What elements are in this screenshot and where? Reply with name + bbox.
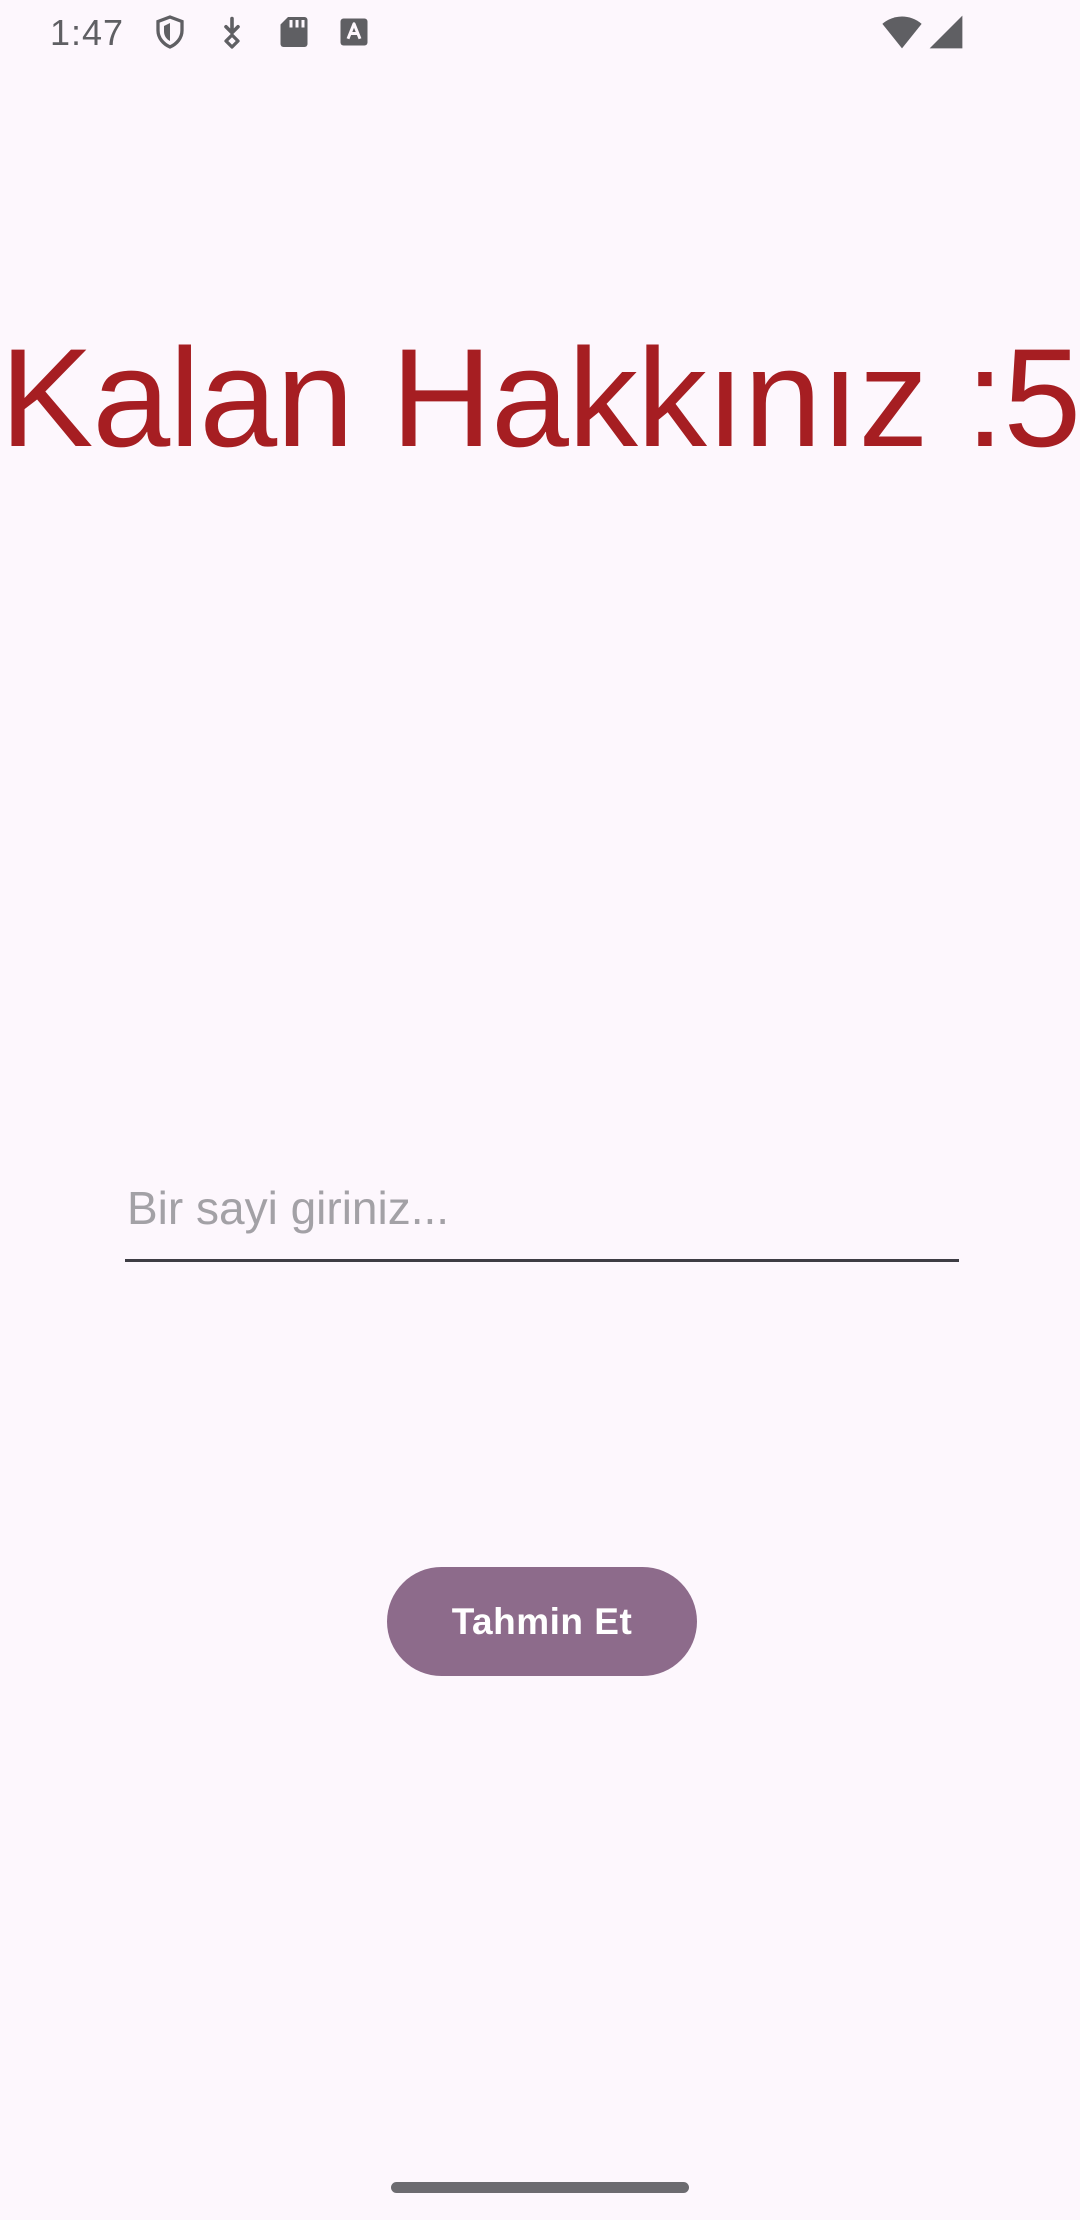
download-icon	[214, 14, 250, 50]
home-indicator[interactable]	[391, 2182, 689, 2193]
guess-input[interactable]	[125, 1170, 959, 1259]
sd-card-icon	[276, 14, 312, 50]
status-time: 1:47	[50, 12, 125, 53]
remaining-attempts-label: Kalan Hakkınız :5	[0, 319, 1080, 476]
wifi-icon	[880, 14, 924, 50]
guess-button[interactable]: Tahmin Et	[387, 1567, 697, 1676]
font-icon	[336, 14, 372, 50]
guess-field[interactable]	[125, 1170, 959, 1262]
status-bar: 1:47	[0, 0, 1080, 66]
signal-icon	[928, 14, 964, 50]
shield-icon	[152, 14, 188, 50]
app-screen: 1:47 Kalan Hakkınız :5 Tahmin Et	[0, 0, 1080, 2220]
